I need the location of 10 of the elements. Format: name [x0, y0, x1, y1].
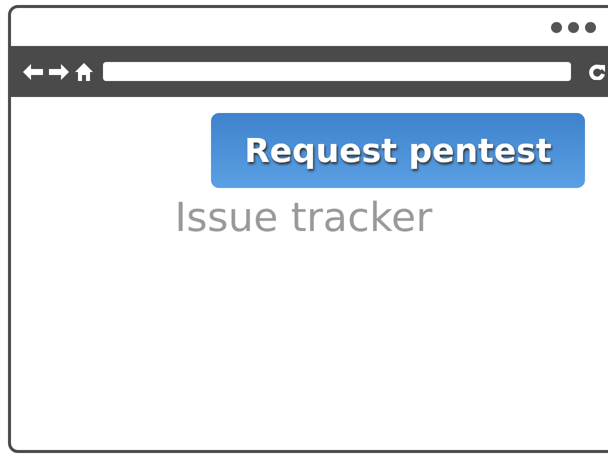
request-button[interactable]: Request pentest — [211, 113, 585, 188]
home-icon[interactable] — [75, 62, 93, 80]
address-field[interactable] — [103, 62, 571, 81]
page-heading: Issue tracker — [174, 195, 434, 241]
back-icon[interactable] — [23, 64, 43, 80]
forward-icon[interactable] — [49, 64, 69, 80]
reload-icon[interactable] — [589, 64, 605, 80]
window-dot[interactable] — [585, 22, 596, 32]
window-dot[interactable] — [568, 22, 579, 32]
window-dot[interactable] — [551, 22, 562, 32]
